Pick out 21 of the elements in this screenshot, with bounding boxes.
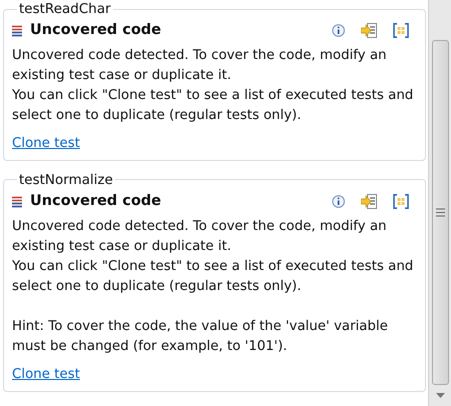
lines-icon [12, 24, 22, 37]
info-icon[interactable] [332, 195, 345, 208]
grip-icon [436, 208, 444, 217]
bracket-grid-icon[interactable] [393, 23, 409, 38]
group-title: testReadChar [18, 0, 112, 18]
scrollbar-thumb[interactable] [432, 40, 448, 385]
message-text: Uncovered code detected. To cover the code, modify an existing test case or duplicate it. You can click "Clone test" to see a list of executed tests and select one to duplicate (regular tests only). [12, 218, 414, 296]
arrow-into-list-icon[interactable] [361, 23, 377, 38]
scroll-down-icon[interactable] [436, 393, 444, 398]
scrollbar[interactable] [428, 0, 451, 406]
message-text: Hint: To cover the code, the value of the 'value' variable must be changed (for example, to '101'). [12, 318, 389, 356]
bracket-grid-icon[interactable] [393, 194, 409, 210]
lines-icon [12, 196, 22, 208]
message-heading: Uncovered code [30, 192, 162, 211]
message-text: Uncovered code detected. To cover the code, modify an existing test case or duplicate it. You can click "Clone test" to see a list of executed tests and select one to duplicate (regular tests only). [12, 46, 414, 125]
clone-test-link[interactable]: Clone test [12, 136, 80, 151]
info-icon[interactable] [332, 24, 345, 38]
clone-test-link[interactable]: Clone test [12, 366, 80, 382]
arrow-into-list-icon[interactable] [361, 194, 377, 210]
group-title: testNormalize [18, 170, 114, 189]
message-heading: Uncovered code [30, 21, 162, 40]
